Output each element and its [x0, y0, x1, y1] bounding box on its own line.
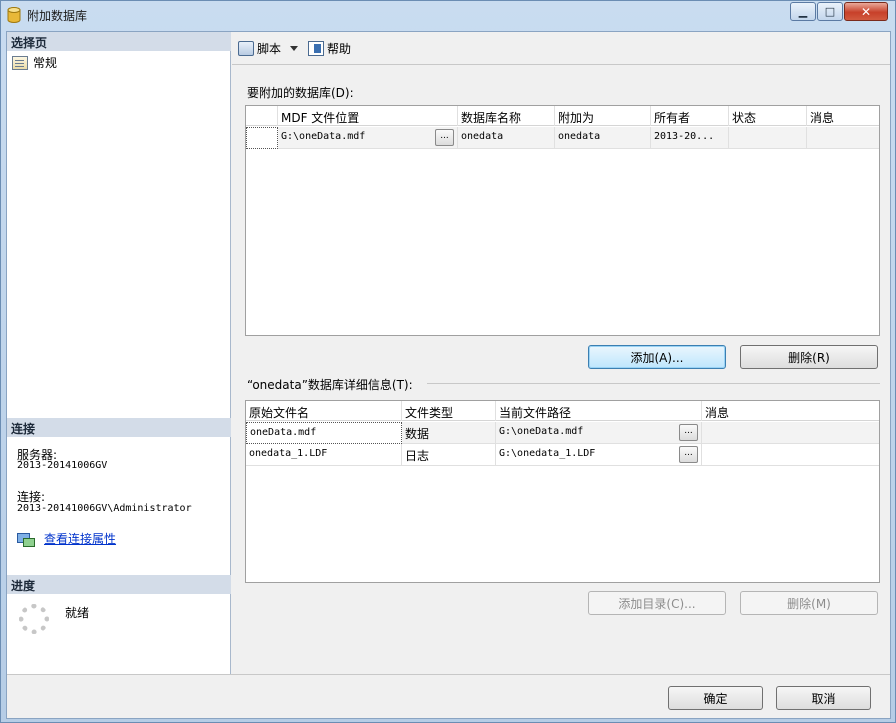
script-button[interactable]: 脚本: [238, 40, 299, 57]
original-filename-cell[interactable]: oneData.mdf: [246, 422, 402, 444]
attach-database-window: 附加数据库 ▁ □ ✕ 选择页 常规 连接 服务器: 2013-20141006…: [0, 0, 896, 723]
browse-path-button[interactable]: ...: [679, 446, 698, 463]
add-database-button[interactable]: 添加(A)...: [588, 345, 726, 369]
script-label: 脚本: [257, 42, 282, 56]
column-header[interactable]: 附加为: [555, 106, 651, 126]
page-item-general[interactable]: 常规: [12, 54, 57, 71]
browse-mdf-button[interactable]: ...: [435, 129, 454, 146]
details-grid-header: 原始文件名 文件类型 当前文件路径 消息: [246, 401, 879, 421]
database-name-cell[interactable]: onedata: [458, 127, 555, 149]
server-value: 2013-20141006GV: [17, 460, 108, 471]
current-path-cell[interactable]: G:\onedata_1.LDF ...: [496, 444, 702, 466]
browse-path-button[interactable]: ...: [679, 424, 698, 441]
view-connection-properties-label: 查看连接属性: [44, 532, 117, 546]
maximize-button[interactable]: □: [817, 2, 843, 21]
original-filename-cell[interactable]: onedata_1.LDF: [246, 444, 402, 466]
file-type-cell[interactable]: 数据: [402, 422, 496, 444]
column-header[interactable]: 原始文件名: [246, 401, 402, 421]
message-cell: [702, 444, 879, 466]
table-row[interactable]: onedata_1.LDF 日志 G:\onedata_1.LDF ...: [246, 444, 879, 466]
current-path-value: G:\onedata_1.LDF: [499, 448, 596, 459]
title-bar[interactable]: 附加数据库 ▁ □ ✕: [1, 1, 895, 29]
view-connection-properties-link[interactable]: 查看连接属性: [17, 530, 116, 547]
column-header[interactable]: MDF 文件位置: [278, 106, 458, 126]
attach-database-grid: MDF 文件位置 数据库名称 附加为 所有者 状态 消息 G:\oneData.…: [245, 105, 880, 336]
maximize-icon: □: [824, 5, 836, 18]
details-group-divider: [427, 383, 880, 384]
help-label: 帮助: [327, 42, 352, 56]
column-header[interactable]: 状态: [729, 106, 807, 126]
message-cell: [807, 127, 879, 149]
details-group-label: “onedata”数据库详细信息(T):: [247, 378, 413, 392]
minimize-button[interactable]: ▁: [790, 2, 816, 21]
column-header[interactable]: 数据库名称: [458, 106, 555, 126]
remove-database-button[interactable]: 删除(R): [740, 345, 878, 369]
column-header[interactable]: 消息: [807, 106, 879, 126]
close-icon: ✕: [860, 4, 872, 19]
database-details-grid: 原始文件名 文件类型 当前文件路径 消息 oneData.mdf 数据 G:\o…: [245, 400, 880, 583]
dialog-footer: 确定 取消: [7, 674, 890, 718]
column-header[interactable]: 消息: [702, 401, 879, 421]
toolbar: 脚本 帮助: [232, 32, 890, 65]
ok-button[interactable]: 确定: [668, 686, 763, 710]
connection-value: 2013-20141006GV\Administrator: [17, 503, 192, 514]
message-cell: [702, 422, 879, 444]
progress-status: 就绪: [65, 606, 90, 620]
row-selector[interactable]: [246, 127, 278, 149]
help-icon: [308, 41, 324, 56]
left-pane: 选择页 常规 连接 服务器: 2013-20141006GV 连接: 2013-…: [7, 32, 231, 674]
progress-spinner-icon: [19, 604, 49, 634]
table-row[interactable]: oneData.mdf 数据 G:\oneData.mdf ...: [246, 422, 879, 444]
dialog-client-area: 选择页 常规 连接 服务器: 2013-20141006GV 连接: 2013-…: [6, 31, 891, 719]
column-header[interactable]: 文件类型: [402, 401, 496, 421]
help-button[interactable]: 帮助: [308, 40, 351, 57]
connection-properties-icon: [17, 532, 35, 547]
mdf-location-cell[interactable]: G:\oneData.mdf ...: [278, 127, 458, 149]
current-path-cell[interactable]: G:\oneData.mdf ...: [496, 422, 702, 444]
connection-header: 连接: [7, 418, 231, 437]
column-header[interactable]: 当前文件路径: [496, 401, 702, 421]
close-button[interactable]: ✕: [844, 2, 888, 21]
page-item-label: 常规: [33, 56, 58, 70]
status-cell: [729, 127, 807, 149]
remove-file-button[interactable]: 删除(M): [740, 591, 878, 615]
table-row[interactable]: G:\oneData.mdf ... onedata onedata 2013-…: [246, 127, 879, 149]
attach-grid-header: MDF 文件位置 数据库名称 附加为 所有者 状态 消息: [246, 106, 879, 126]
cancel-button[interactable]: 取消: [776, 686, 871, 710]
file-type-cell[interactable]: 日志: [402, 444, 496, 466]
row-header-column: [246, 106, 278, 126]
mdf-location-value: G:\oneData.mdf: [281, 131, 366, 142]
column-header[interactable]: 所有者: [651, 106, 729, 126]
window-title: 附加数据库: [27, 9, 88, 23]
select-page-header: 选择页: [7, 32, 231, 51]
current-path-value: G:\oneData.mdf: [499, 426, 584, 437]
minimize-icon: ▁: [798, 5, 808, 18]
database-icon: [7, 7, 21, 23]
add-catalog-button[interactable]: 添加目录(C)...: [588, 591, 726, 615]
progress-header: 进度: [7, 575, 231, 594]
chevron-down-icon[interactable]: [290, 46, 299, 51]
attach-group-label: 要附加的数据库(D):: [247, 86, 354, 100]
page-properties-icon: [12, 55, 28, 70]
script-icon: [238, 41, 254, 56]
owner-cell[interactable]: 2013-20...: [651, 127, 729, 149]
attach-as-cell[interactable]: onedata: [555, 127, 651, 149]
